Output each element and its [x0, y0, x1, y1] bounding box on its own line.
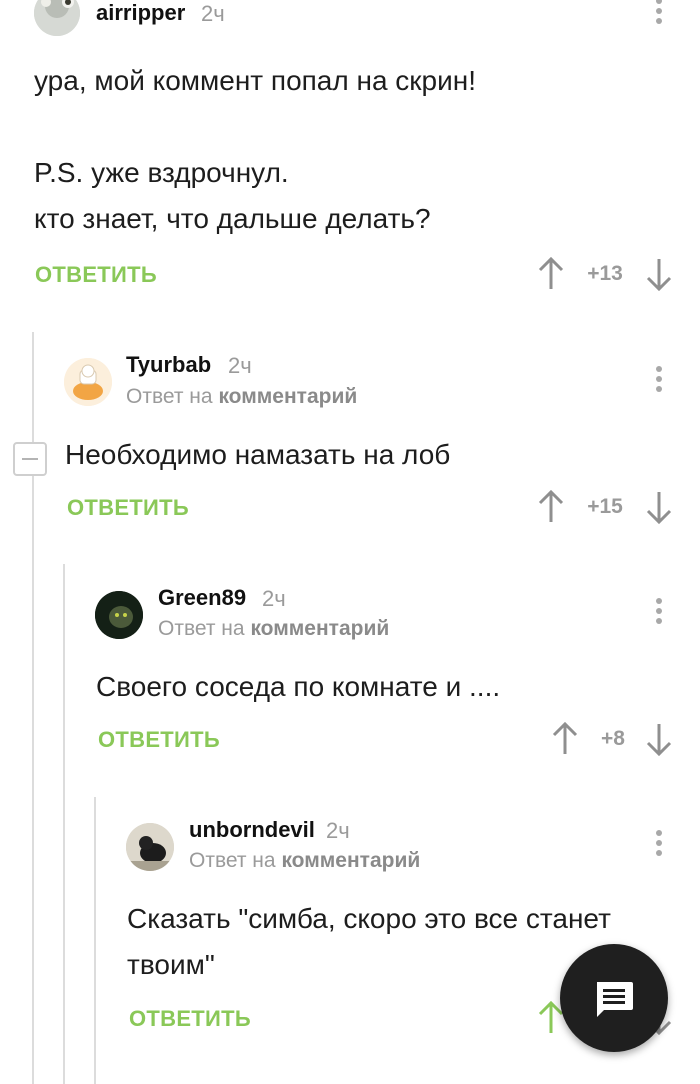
- comment-text: ура, мой коммент попал на скрин! P.S. уж…: [34, 58, 674, 242]
- comment: airripper 2ч ура, мой коммент попал на с…: [0, 0, 700, 300]
- chef-avatar-image: [64, 358, 112, 406]
- reply-to-link[interactable]: комментарий: [250, 617, 389, 640]
- comment: Green89 2ч Ответ на комментарий Своего с…: [71, 572, 700, 772]
- more-options-icon[interactable]: [654, 0, 664, 28]
- comment-time: 2ч: [201, 1, 225, 26]
- comment-text: Необходимо намазать на лоб: [65, 432, 665, 478]
- reply-button[interactable]: ОТВЕТИТЬ: [98, 727, 220, 753]
- more-options-icon[interactable]: [654, 366, 664, 396]
- comment-score: +15: [587, 495, 623, 518]
- comment-username[interactable]: Green89: [158, 585, 246, 611]
- comment: Tyurbab 2ч Ответ на комментарий Необходи…: [40, 340, 700, 540]
- dog-avatar-image: [126, 823, 174, 871]
- avatar[interactable]: [34, 0, 80, 36]
- comment-text-line: Своего соседа по комнате и ....: [96, 671, 501, 702]
- comment-icon: [597, 982, 633, 1017]
- reply-to-text: Ответ на комментарий: [158, 617, 389, 641]
- reply-to-prefix: Ответ на: [189, 849, 276, 872]
- downvote-arrow-icon[interactable]: [646, 490, 672, 524]
- comment-text-line: ура, мой коммент попал на скрин!: [34, 65, 477, 96]
- reply-to-text: Ответ на комментарий: [126, 385, 357, 409]
- comment-text-line: Необходимо намазать на лоб: [65, 439, 451, 470]
- comment-score: +13: [587, 262, 623, 285]
- upvote-arrow-icon[interactable]: [552, 722, 578, 756]
- more-options-icon[interactable]: [654, 830, 664, 860]
- cat-avatar-image: [95, 591, 143, 639]
- comment-time: 2ч: [326, 818, 350, 843]
- reply-to-text: Ответ на комментарий: [189, 849, 420, 873]
- thread-line: [63, 564, 65, 1084]
- comment-time: 2ч: [228, 353, 252, 378]
- reply-to-link[interactable]: комментарий: [218, 385, 357, 408]
- owl-avatar-image: [34, 0, 80, 36]
- comment-username[interactable]: airripper: [96, 0, 185, 26]
- comment-username[interactable]: unborndevil: [189, 817, 315, 843]
- upvote-arrow-icon[interactable]: [538, 257, 564, 291]
- comment-text: Своего соседа по комнате и ....: [96, 664, 676, 710]
- comment-text-line: P.S. уже вздрочнул.: [34, 157, 289, 188]
- downvote-arrow-icon[interactable]: [646, 257, 672, 291]
- thread-line: [94, 797, 96, 1084]
- comment-text-line: кто знает, что дальше делать?: [34, 203, 431, 234]
- comment-score: +8: [601, 727, 625, 750]
- avatar[interactable]: [95, 591, 143, 639]
- comment-fab-button[interactable]: [560, 944, 668, 1052]
- comment-text-line: [34, 104, 674, 150]
- reply-to-link[interactable]: комментарий: [281, 849, 420, 872]
- comment-time: 2ч: [262, 586, 286, 611]
- reply-to-prefix: Ответ на: [158, 617, 245, 640]
- upvote-arrow-icon[interactable]: [538, 490, 564, 524]
- more-options-icon[interactable]: [654, 598, 664, 628]
- reply-button[interactable]: ОТВЕТИТЬ: [67, 495, 189, 521]
- comment-username[interactable]: Tyurbab: [126, 352, 211, 378]
- downvote-arrow-icon[interactable]: [646, 722, 672, 756]
- avatar[interactable]: [64, 358, 112, 406]
- avatar[interactable]: [126, 823, 174, 871]
- reply-button[interactable]: ОТВЕТИТЬ: [35, 262, 157, 288]
- comment-text-line: Сказать "симба, скоро это все станет: [127, 903, 611, 934]
- reply-to-prefix: Ответ на: [126, 385, 213, 408]
- reply-button[interactable]: ОТВЕТИТЬ: [129, 1006, 251, 1032]
